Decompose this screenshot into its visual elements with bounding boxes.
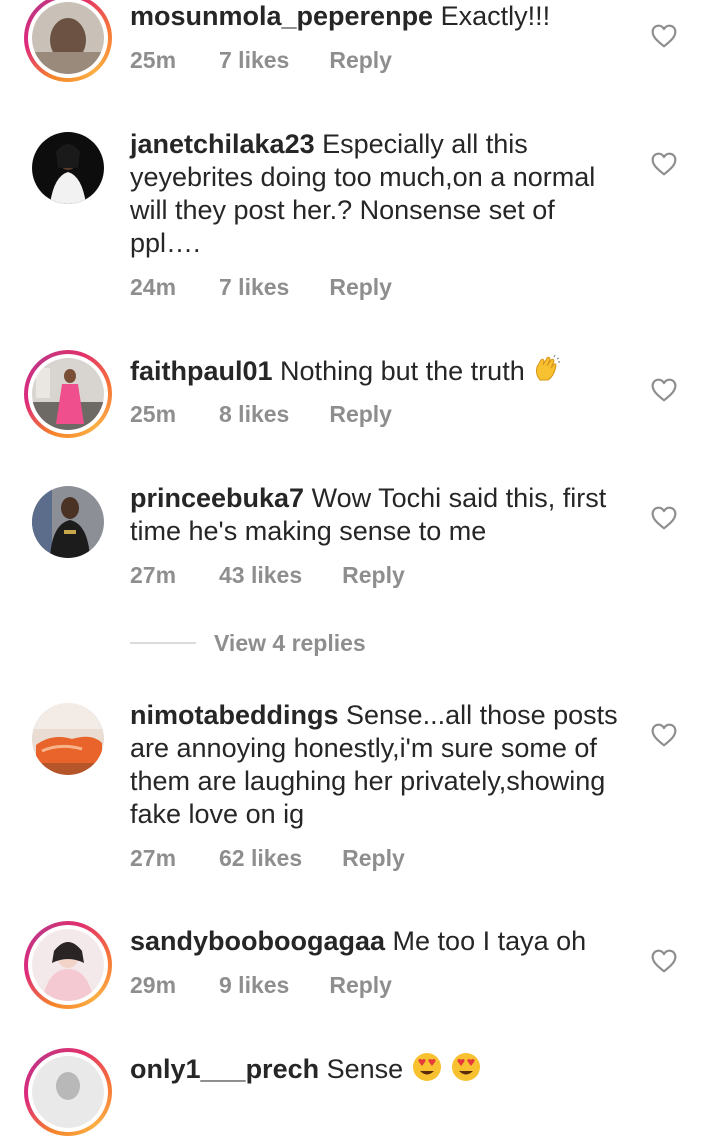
comment-text: nimotabeddings Sense...all those posts a… [130,699,630,831]
reply-button[interactable]: Reply [329,46,392,74]
comment-meta: 29m 9 likes Reply [130,971,392,999]
comment-likes[interactable]: 43 likes [219,561,302,589]
comment-body: Exactly!!! [440,1,551,31]
comment-username[interactable]: sandybooboogagaa [130,926,385,956]
comment-likes[interactable]: 9 likes [219,971,289,999]
comment-body: Sense [326,1054,404,1084]
avatar-image [32,2,104,74]
comment-text: mosunmola_peperenpe Exactly!!! [130,0,630,33]
reply-button[interactable]: Reply [342,844,405,872]
comment-time: 25m [130,47,177,73]
comment-likes[interactable]: 8 likes [219,400,289,428]
comment-time: 25m [130,401,177,427]
comment-likes[interactable]: 62 likes [219,844,302,872]
comment-username[interactable]: only1___prech [130,1054,319,1084]
comment-text: sandybooboogagaa Me too I taya oh [130,925,630,958]
comment-likes[interactable]: 7 likes [219,46,289,74]
comment-meta: 25m 8 likes Reply [130,400,392,428]
comment-body: Nothing but the truth [280,356,525,386]
view-replies-button[interactable]: View 4 replies [130,629,366,657]
avatar-image [32,703,104,775]
comment-text: janetchilaka23 Especially all this yeyeb… [130,128,630,260]
comment-time: 27m [130,562,177,588]
comment-username[interactable]: faithpaul01 [130,356,273,386]
comment-username[interactable]: princeebuka7 [130,483,304,513]
reply-button[interactable]: Reply [329,273,392,301]
clapping-hands-emoji [532,354,562,392]
comment-username[interactable]: mosunmola_peperenpe [130,1,433,31]
reply-button[interactable]: Reply [342,561,405,589]
comment-body: Me too I taya oh [392,926,587,956]
comment-text: princeebuka7 Wow Tochi said this, first … [130,482,630,548]
comment-likes[interactable]: 7 likes [219,273,289,301]
comment-meta: 27m 62 likes Reply [130,844,405,872]
avatar[interactable] [24,695,112,783]
avatar-image [32,132,104,204]
avatar[interactable] [24,1048,112,1136]
view-replies-label: View 4 replies [214,629,366,656]
heart-icon[interactable] [651,24,677,48]
comment-username[interactable]: janetchilaka23 [130,129,315,159]
comment-meta: 25m 7 likes Reply [130,46,392,74]
avatar-image [32,358,104,430]
comment-time: 27m [130,845,177,871]
avatar[interactable] [24,124,112,212]
avatar[interactable] [24,478,112,566]
avatar[interactable] [24,0,112,82]
reply-button[interactable]: Reply [329,971,392,999]
divider-line [130,642,196,644]
heart-eyes-emoji [450,1052,482,1090]
comment-text: faithpaul01 Nothing but the truth [130,354,630,392]
comment-time: 24m [130,274,177,300]
avatar-image [32,1056,104,1128]
comment-meta: 27m 43 likes Reply [130,561,405,589]
avatar[interactable] [24,350,112,438]
reply-button[interactable]: Reply [329,400,392,428]
comment-meta: 24m 7 likes Reply [130,273,392,301]
comment-text: only1___prech Sense [130,1052,630,1090]
heart-icon[interactable] [651,152,677,176]
heart-eyes-emoji [411,1052,443,1090]
avatar-image [32,929,104,1001]
avatar[interactable] [24,921,112,1009]
avatar-image [32,486,104,558]
heart-icon[interactable] [651,723,677,747]
heart-icon[interactable] [651,506,677,530]
heart-icon[interactable] [651,949,677,973]
comment-time: 29m [130,972,177,998]
heart-icon[interactable] [651,378,677,402]
comment-username[interactable]: nimotabeddings [130,700,339,730]
